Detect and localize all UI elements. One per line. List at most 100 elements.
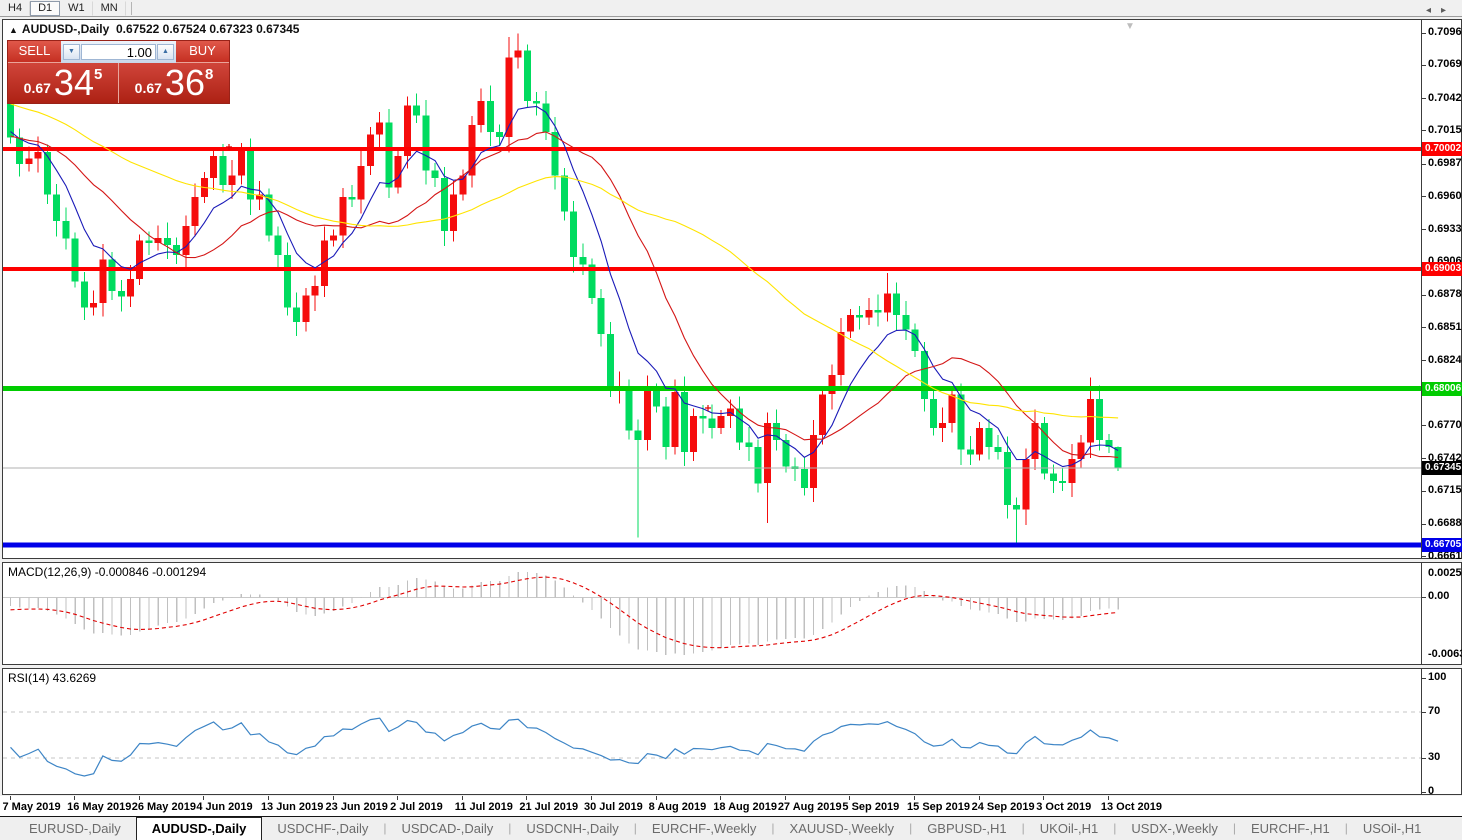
- price-tick-label: 0.69330: [1428, 222, 1462, 235]
- date-tick-mark: [332, 796, 334, 800]
- ask-price-main: 36: [164, 62, 205, 103]
- date-tick-label: 3 Oct 2019: [1036, 801, 1092, 813]
- price-tick-label: 0.68515: [1428, 320, 1462, 333]
- date-tick-mark: [1043, 796, 1045, 800]
- price-tick-label: 0.67700: [1428, 418, 1462, 431]
- price-tick-label: 0.67155: [1428, 484, 1462, 497]
- macd-tick-mark: [1422, 597, 1426, 599]
- date-tick-mark: [978, 796, 980, 800]
- date-tick-label: 24 Sep 2019: [971, 801, 1035, 813]
- price-tick-mark: [1422, 294, 1426, 296]
- rsi-tick-mark: [1422, 678, 1426, 679]
- date-tick-mark: [784, 796, 786, 800]
- price-tick-label: 0.70965: [1428, 26, 1462, 39]
- volume-input[interactable]: [81, 44, 156, 60]
- toolbar-divider: [130, 1, 132, 15]
- price-tick-label: 0.69875: [1428, 157, 1462, 170]
- rsi-tick-mark: [1422, 792, 1426, 793]
- price-tick-label: 0.70420: [1428, 91, 1462, 104]
- one-click-trade-panel: SELL ▼ ▲ BUY 0.67 34 5 0.67 36 8: [7, 40, 230, 104]
- rsi-indicator-panel[interactable]: RSI(14) 43.6269: [2, 668, 1422, 795]
- ohlc-values-text: 0.67522 0.67524 0.67323 0.67345: [115, 22, 300, 36]
- date-tick-label: 8 Aug 2019: [648, 801, 707, 813]
- chart-tab-bar: EURUSD-,Daily AUDUSD-,Daily USDCHF-,Daily |…: [0, 816, 1462, 840]
- price-chart-panel[interactable]: ▲ AUDUSD-,Daily 0.67522 0.67524 0.67323 0…: [2, 19, 1422, 559]
- autoscroll-marker-icon[interactable]: ▼: [1125, 21, 1135, 32]
- bid-price-pipette: 5: [93, 66, 103, 83]
- chart-tab-eurchf-weekly[interactable]: EURCHF-,Weekly: [637, 818, 772, 840]
- volume-increase-button[interactable]: ▲: [157, 44, 174, 60]
- chart-tab-usdcnh-daily[interactable]: USDCNH-,Daily: [511, 818, 633, 840]
- chart-title: ▲ AUDUSD-,Daily 0.67522 0.67524 0.67323 0…: [9, 22, 299, 36]
- chart-tab-ukoil-h1[interactable]: UKOil-,H1: [1025, 818, 1114, 840]
- rsi-axis[interactable]: 100 70 30 0: [1422, 668, 1462, 797]
- buy-button[interactable]: BUY: [176, 41, 229, 63]
- price-tick-mark: [1422, 32, 1426, 34]
- timeframe-button-w1[interactable]: W1: [60, 0, 93, 16]
- date-tick-label: 4 Jun 2019: [196, 801, 253, 813]
- chart-tab-usdcad-daily[interactable]: USDCAD-,Daily: [386, 818, 508, 840]
- price-tick-label: 0.68785: [1428, 288, 1462, 301]
- level-price-label: 0.70002: [1422, 141, 1462, 156]
- chart-tab-xauusd-weekly[interactable]: XAUUSD-,Weekly: [775, 818, 910, 840]
- date-tick-label: 23 Jun 2019: [325, 801, 388, 813]
- date-tick-label: 5 Sep 2019: [842, 801, 900, 813]
- macd-axis[interactable]: 0.002574 0.00 -0.006326: [1422, 562, 1462, 665]
- chart-tab-usoil-h1[interactable]: USOil-,H1: [1348, 818, 1437, 840]
- level-price-label: 0.69003: [1422, 261, 1462, 276]
- date-tick-label: 13 Jun 2019: [260, 801, 324, 813]
- collapse-arrow-icon[interactable]: ▲: [9, 25, 18, 35]
- date-tick-mark: [138, 796, 140, 800]
- ask-price-box[interactable]: 0.67 36 8: [119, 63, 229, 103]
- price-tick-mark: [1422, 360, 1426, 362]
- price-tick-label: 0.68240: [1428, 353, 1462, 366]
- chart-tab-gbpusd-h1[interactable]: GBPUSD-,H1: [912, 818, 1021, 840]
- date-tick-mark: [397, 796, 399, 800]
- tab-scroll-left-icon[interactable]: ◂: [1426, 5, 1441, 16]
- price-tick-mark: [1422, 163, 1426, 165]
- ohlc-values: [109, 22, 116, 36]
- rsi-label: RSI(14) 43.6269: [8, 671, 97, 685]
- date-tick-mark: [9, 796, 11, 800]
- date-tick-mark: [74, 796, 76, 800]
- date-tick-label: 2 Jul 2019: [390, 801, 443, 813]
- chart-tab-usdx-weekly[interactable]: USDX-,Weekly: [1116, 818, 1232, 840]
- price-axis[interactable]: 0.70965 0.70695 0.70420 0.70150 0.69875 0.696…: [1422, 19, 1462, 562]
- macd-axis-max: 0.002574: [1428, 567, 1462, 579]
- volume-decrease-button[interactable]: ▼: [63, 44, 80, 60]
- price-tick-mark: [1422, 458, 1426, 460]
- price-tick-mark: [1422, 523, 1426, 525]
- price-tick-label: 0.70695: [1428, 58, 1462, 71]
- sell-button[interactable]: SELL: [8, 41, 61, 63]
- date-tick-label: 27 Aug 2019: [777, 801, 842, 813]
- date-tick-label: 30 Jul 2019: [583, 801, 643, 813]
- price-tick-mark: [1422, 327, 1426, 329]
- rsi-tick-label: 70: [1428, 705, 1441, 718]
- rsi-tick-mark: [1422, 757, 1426, 759]
- chart-tab-eurchf-h1[interactable]: EURCHF-,H1: [1236, 818, 1345, 840]
- rsi-tick-label: 100: [1428, 671, 1447, 683]
- macd-label: MACD(12,26,9) -0.000846 -0.001294: [8, 565, 207, 579]
- level-price-label: 0.68006: [1422, 381, 1462, 396]
- macd-chart[interactable]: [3, 563, 1421, 664]
- date-tick-mark: [591, 796, 592, 800]
- price-tick-mark: [1422, 229, 1426, 231]
- tab-scroll-right-icon[interactable]: ▸: [1441, 5, 1456, 16]
- chart-tab-eurusd-daily[interactable]: EURUSD-,Daily: [14, 818, 136, 840]
- rsi-chart[interactable]: [3, 669, 1421, 794]
- chart-tab-audusd-daily[interactable]: AUDUSD-,Daily: [135, 817, 263, 840]
- macd-indicator-panel[interactable]: MACD(12,26,9) -0.000846 -0.001294: [2, 562, 1422, 665]
- timeframe-button-h4[interactable]: H4: [0, 0, 31, 16]
- rsi-tick-label: 30: [1428, 750, 1441, 763]
- date-tick-label: 15 Sep 2019: [907, 801, 971, 813]
- date-tick-label: 26 May 2019: [131, 801, 196, 813]
- price-tick-mark: [1422, 64, 1426, 66]
- date-axis[interactable]: 7 May 2019 16 May 2019 26 May 2019 4 Jun 20…: [0, 796, 1462, 816]
- date-tick-mark: [655, 796, 657, 800]
- bid-price-box[interactable]: 0.67 34 5: [8, 63, 119, 103]
- chart-tab-usdchf-daily[interactable]: USDCHF-,Daily: [262, 818, 383, 840]
- timeframe-button-d1[interactable]: D1: [30, 0, 61, 16]
- price-tick-mark: [1422, 425, 1426, 427]
- price-tick-label: 0.69605: [1428, 189, 1462, 202]
- timeframe-button-mn[interactable]: MN: [93, 0, 126, 16]
